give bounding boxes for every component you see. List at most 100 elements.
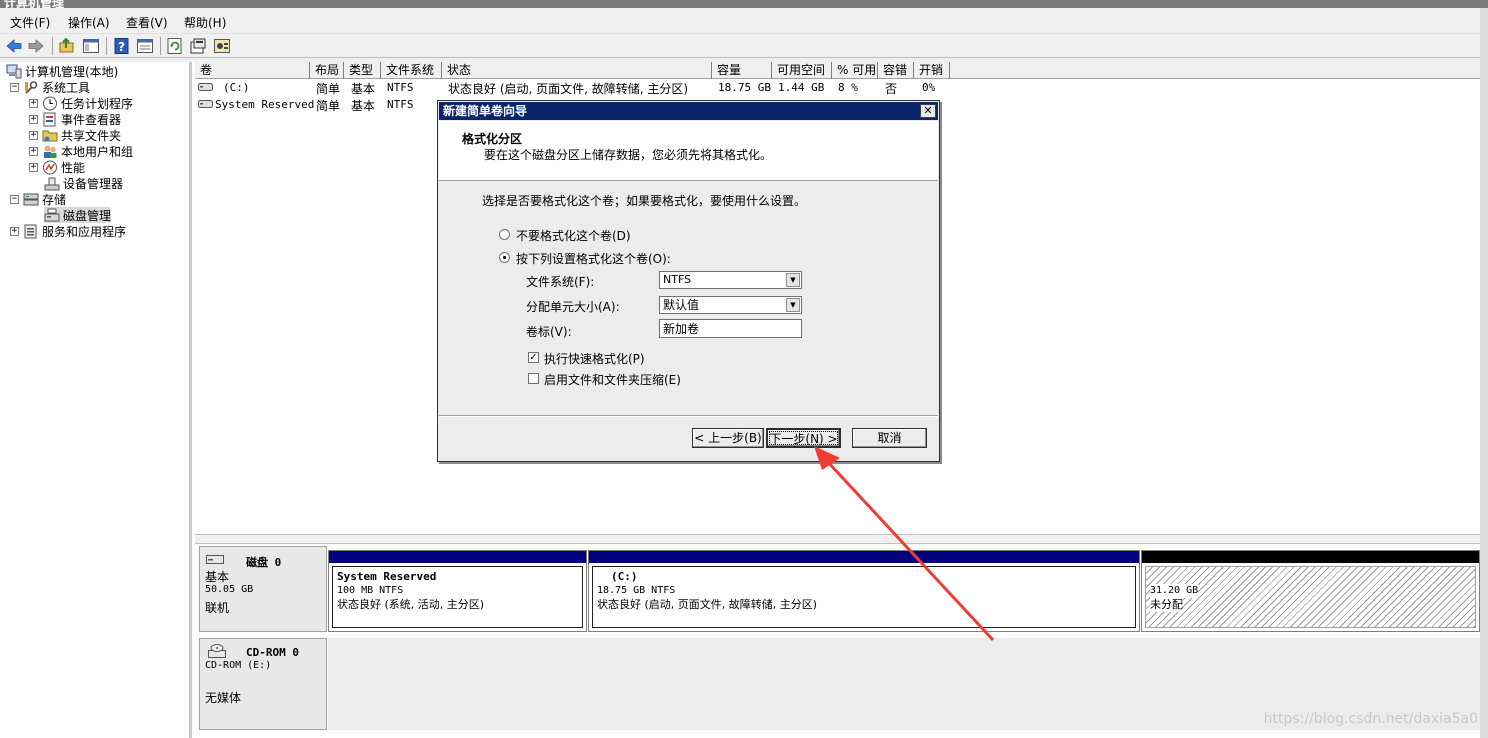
format-label[interactable]: 按下列设置格式化这个卷(O): [516, 250, 671, 267]
dialog-title-bar[interactable]: 新建简单卷向导 ✕ [439, 102, 938, 120]
partition-status: 状态良好 (启动, 页面文件, 故障转储, 主分区) [597, 598, 818, 611]
column-header-type[interactable]: 类型 [344, 62, 381, 79]
partition-system-reserved[interactable]: System Reserved 100 MB NTFS 状态良好 (系统, 活动… [328, 550, 587, 632]
no-format-label[interactable]: 不要格式化这个卷(D) [516, 227, 631, 244]
chevron-down-icon[interactable]: ▼ [786, 298, 800, 312]
tree-item-shared-folders[interactable]: + 共享文件夹 [29, 127, 121, 143]
expand-icon[interactable]: + [29, 162, 38, 172]
volume-list-header: 卷 布局 类型 文件系统 状态 容量 可用空间 % 可用 容错 开销 [195, 62, 1480, 79]
properties-icon[interactable] [136, 37, 154, 55]
partition-size: 100 MB NTFS [337, 585, 404, 596]
volume-fault-tolerance: 否 [885, 82, 898, 96]
menu-view[interactable]: 查看(V) [126, 14, 168, 31]
tree-item-performance[interactable]: + 性能 [29, 159, 85, 175]
column-header-volume[interactable]: 卷 [195, 62, 310, 79]
forward-icon[interactable] [27, 37, 45, 55]
expand-icon[interactable]: + [29, 130, 38, 140]
tree-label: 设备管理器 [63, 176, 124, 191]
volume-layout: 简单 [316, 82, 341, 96]
export-icon[interactable] [189, 37, 207, 55]
back-icon[interactable] [5, 37, 23, 55]
expand-icon[interactable]: + [29, 98, 38, 108]
tree-item-task-scheduler[interactable]: + 任务计划程序 [29, 95, 133, 111]
column-header-layout[interactable]: 布局 [310, 62, 344, 79]
partition-c[interactable]: (C:) 18.75 GB NTFS 状态良好 (启动, 页面文件, 故障转储,… [588, 550, 1140, 632]
volume-status: 状态良好 (启动, 页面文件, 故障转储, 主分区) [448, 82, 689, 96]
volume-name: (C:) [223, 81, 250, 94]
close-icon[interactable]: ✕ [920, 104, 936, 118]
filesystem-select[interactable]: NTFS ▼ [659, 271, 802, 289]
help-icon[interactable]: ? [113, 37, 131, 55]
column-header-fault-tolerance[interactable]: 容错 [878, 62, 914, 79]
partition-details: System Reserved 100 MB NTFS 状态良好 (系统, 活动… [332, 566, 583, 628]
column-header-filesystem[interactable]: 文件系统 [381, 62, 442, 79]
column-header-free-space[interactable]: 可用空间 [772, 62, 832, 79]
cdrom-media: 无媒体 [205, 691, 242, 705]
collapse-icon[interactable]: − [10, 194, 19, 204]
tree-item-computer-management[interactable]: 计算机管理(本地) [6, 63, 118, 79]
tree-item-disk-management[interactable]: 磁盘管理 [44, 207, 112, 223]
column-header-capacity[interactable]: 容量 [712, 62, 772, 79]
toolbar-separator [52, 37, 53, 55]
toolbar-separator [160, 37, 161, 55]
window-title-bar: 计算机管理 [0, 0, 1488, 8]
cdrom-0-label[interactable]: CD-ROM 0 CD-ROM (E:) 无媒体 [199, 638, 327, 730]
up-icon[interactable] [58, 37, 76, 55]
volume-layout: 简单 [316, 99, 341, 113]
watermark: https://blog.csdn.net/daxia5a0 [1263, 711, 1478, 727]
partition-name: System Reserved [337, 570, 437, 583]
chevron-down-icon[interactable]: ▼ [786, 273, 800, 287]
column-header-status[interactable]: 状态 [442, 62, 712, 79]
volume-filesystem: NTFS [387, 81, 414, 94]
cancel-button[interactable]: 取消 [852, 428, 927, 448]
collapse-icon[interactable]: − [10, 82, 19, 92]
clock-icon [43, 96, 57, 110]
quick-format-label[interactable]: 执行快速格式化(P) [544, 350, 645, 367]
pane-splitter[interactable] [195, 534, 1480, 544]
format-prompt: 选择是否要格式化这个卷；如果要格式化，要使用什么设置。 [482, 194, 807, 208]
quick-format-checkbox[interactable]: ✓ [528, 352, 539, 363]
expand-icon[interactable]: + [10, 226, 19, 236]
tree-item-storage[interactable]: − 存储 [10, 191, 66, 207]
show-tree-icon[interactable] [82, 37, 100, 55]
volume-free-space: 1.44 GB [778, 81, 825, 94]
menu-action[interactable]: 操作(A) [68, 14, 110, 31]
partition-name: (C:) [611, 570, 638, 583]
volume-filesystem: NTFS [387, 98, 414, 111]
allocation-unit-select[interactable]: 默认值 ▼ [659, 296, 802, 314]
cdrom-drive: CD-ROM (E:) [205, 660, 272, 671]
menu-file[interactable]: 文件(F) [10, 14, 50, 31]
refresh-icon[interactable] [166, 37, 184, 55]
radio-format[interactable] [499, 252, 510, 263]
tree-item-event-viewer[interactable]: + 事件查看器 [29, 111, 121, 127]
back-button[interactable]: < 上一步(B) [692, 428, 764, 448]
menu-help[interactable]: 帮助(H) [184, 14, 226, 31]
volume-type: 基本 [351, 82, 376, 96]
tree-item-device-manager[interactable]: 设备管理器 [44, 175, 123, 191]
radio-no-format[interactable] [499, 229, 510, 240]
compression-label[interactable]: 启用文件和文件夹压缩(E) [544, 371, 681, 388]
users-icon [44, 145, 57, 158]
table-row[interactable]: (C:) 简单 基本 NTFS 状态良好 (启动, 页面文件, 故障转储, 主分… [195, 79, 955, 96]
partition-status: 未分配 [1150, 598, 1183, 612]
hard-disk-icon [206, 555, 224, 564]
allocation-unit-label: 分配单元大小(A): [526, 300, 620, 314]
next-button[interactable]: 下一步(N) > [766, 428, 841, 448]
computer-management-icon [6, 64, 22, 78]
column-header-overhead[interactable]: 开销 [914, 62, 950, 79]
expand-icon[interactable]: + [29, 146, 38, 156]
dialog-heading: 格式化分区 [462, 132, 523, 146]
tree-item-system-tools[interactable]: − 系统工具 [10, 79, 90, 95]
volume-label-input[interactable] [659, 319, 802, 338]
disk-management-icon [44, 208, 60, 221]
settings-icon[interactable] [213, 37, 231, 55]
column-header-percent-free[interactable]: % 可用 [832, 62, 878, 79]
device-manager-icon [44, 177, 60, 190]
tree-item-services[interactable]: + 服务和应用程序 [10, 223, 126, 239]
dialog-header: 格式化分区 要在这个磁盘分区上储存数据，您必须先将其格式化。 [439, 121, 938, 181]
partition-unallocated[interactable]: 31.20 GB 未分配 [1141, 550, 1480, 632]
expand-icon[interactable]: + [29, 114, 38, 124]
disk-0-label[interactable]: 磁盘 0 基本 50.05 GB 联机 [199, 546, 327, 632]
tree-item-local-users[interactable]: + 本地用户和组 [29, 143, 133, 159]
compression-checkbox[interactable] [528, 373, 539, 384]
